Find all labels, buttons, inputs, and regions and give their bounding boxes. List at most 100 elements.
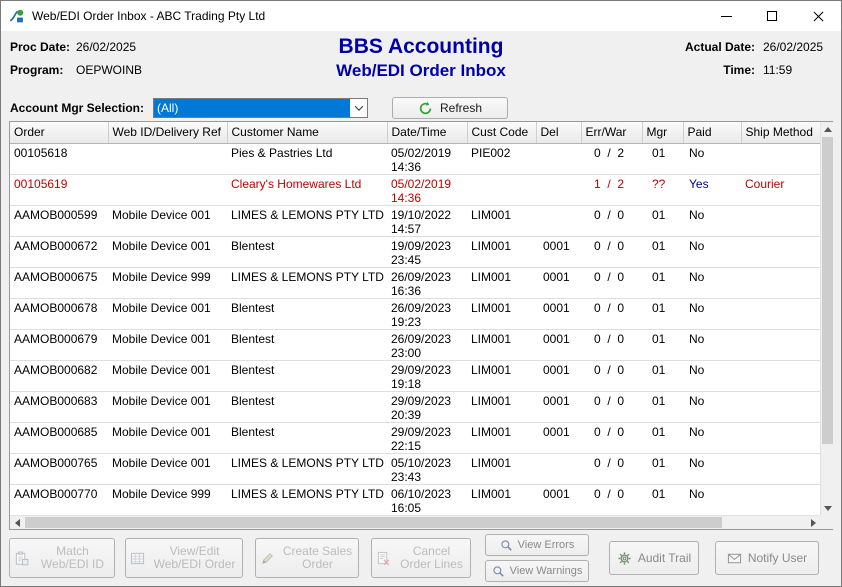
window-controls	[703, 1, 841, 31]
button-label: View Warnings	[510, 565, 583, 578]
table-row[interactable]: AAMOB000765Mobile Device 001LIMES & LEMO…	[10, 453, 820, 484]
column-header[interactable]: Order	[10, 122, 108, 143]
cell-datetime: 19/10/2022 14:57	[387, 205, 467, 236]
table-row[interactable]: AAMOB000679Mobile Device 001Blentest26/0…	[10, 329, 820, 360]
cell-customer: Blentest	[227, 329, 387, 360]
cell-cust_code: LIM001	[467, 484, 536, 515]
cell-order: 00105619	[10, 174, 108, 205]
window-title: Web/EDI Order Inbox - ABC Trading Pty Lt…	[32, 9, 703, 23]
table-row[interactable]: AAMOB000599Mobile Device 001LIMES & LEMO…	[10, 205, 820, 236]
cell-cust_code: LIM001	[467, 329, 536, 360]
cell-ship_method: Courier	[741, 174, 820, 205]
maximize-button[interactable]	[749, 1, 795, 31]
cell-mgr: 01	[642, 298, 683, 329]
horizontal-scrollbar[interactable]	[10, 515, 820, 529]
cell-order: AAMOB000672	[10, 236, 108, 267]
cell-mgr: 01	[642, 236, 683, 267]
cell-err_war: 0 / 0	[581, 267, 642, 298]
cell-del: 0001	[536, 484, 581, 515]
button-label: Cancel Order Lines	[397, 545, 466, 571]
cell-paid: No	[683, 391, 741, 422]
cell-cust_code: LIM001	[467, 298, 536, 329]
button-label: View/Edit Web/EDI Order	[151, 545, 238, 571]
close-button[interactable]	[795, 1, 841, 31]
page-title: Web/EDI Order Inbox	[251, 60, 591, 82]
table-row[interactable]: 00105619Cleary's Homewares Ltd05/02/2019…	[10, 174, 820, 205]
cell-err_war: 0 / 2	[581, 143, 642, 174]
titlebar: Web/EDI Order Inbox - ABC Trading Pty Lt…	[1, 1, 841, 31]
table-row[interactable]: AAMOB000770Mobile Device 999LIMES & LEMO…	[10, 484, 820, 515]
cell-err_war: 0 / 0	[581, 484, 642, 515]
scroll-right-icon[interactable]	[806, 516, 820, 529]
audit-trail-button[interactable]: Audit Trail	[609, 541, 699, 575]
cell-del: 0001	[536, 391, 581, 422]
cell-ship_method	[741, 422, 820, 453]
account-mgr-select[interactable]: (All)	[153, 98, 368, 118]
table-row[interactable]: AAMOB000682Mobile Device 001Blentest29/0…	[10, 360, 820, 391]
cell-web_id	[108, 174, 227, 205]
create-sales-order-button[interactable]: Create Sales Order	[255, 538, 359, 578]
minimize-button[interactable]	[703, 1, 749, 31]
table-row[interactable]: AAMOB000675Mobile Device 999LIMES & LEMO…	[10, 267, 820, 298]
cell-err_war: 0 / 0	[581, 422, 642, 453]
column-header[interactable]: Del	[536, 122, 581, 143]
cell-cust_code: LIM001	[467, 267, 536, 298]
chevron-down-icon[interactable]	[350, 99, 367, 117]
cell-order: AAMOB000675	[10, 267, 108, 298]
scroll-left-icon[interactable]	[10, 516, 24, 529]
column-header[interactable]: Mgr	[642, 122, 683, 143]
column-header[interactable]: Paid	[683, 122, 741, 143]
cell-customer: LIMES & LEMONS PTY LTD	[227, 267, 387, 298]
view-warnings-button[interactable]: View Warnings	[485, 560, 589, 582]
scroll-up-icon[interactable]	[821, 122, 834, 136]
cell-err_war: 0 / 0	[581, 360, 642, 391]
column-header[interactable]: Web ID/Delivery Ref	[108, 122, 227, 143]
table-row[interactable]: AAMOB000685Mobile Device 001Blentest29/0…	[10, 422, 820, 453]
cell-mgr: 01	[642, 267, 683, 298]
cell-err_war: 1 / 2	[581, 174, 642, 205]
column-header[interactable]: Cust Code	[467, 122, 536, 143]
scroll-down-icon[interactable]	[821, 501, 834, 515]
minimize-icon	[721, 16, 732, 17]
cell-del: 0001	[536, 267, 581, 298]
table-row[interactable]: 00105618Pies & Pastries Ltd05/02/2019 14…	[10, 143, 820, 174]
cancel-order-lines-button[interactable]: Cancel Order Lines	[371, 538, 471, 578]
cell-order: AAMOB000685	[10, 422, 108, 453]
close-icon	[812, 10, 825, 23]
vertical-scrollbar[interactable]	[820, 122, 834, 515]
cell-datetime: 29/09/2023 19:18	[387, 360, 467, 391]
table-row[interactable]: AAMOB000678Mobile Device 001Blentest26/0…	[10, 298, 820, 329]
refresh-icon	[418, 101, 433, 116]
notify-user-button[interactable]: Notify User	[715, 541, 819, 575]
column-header[interactable]: Customer Name	[227, 122, 387, 143]
pencil-icon	[260, 551, 275, 566]
cell-datetime: 05/02/2019 14:36	[387, 174, 467, 205]
view-edit-webedi-order-button[interactable]: View/Edit Web/EDI Order	[125, 538, 243, 578]
cell-customer: Blentest	[227, 391, 387, 422]
cell-ship_method	[741, 298, 820, 329]
column-header[interactable]: Ship Method	[741, 122, 820, 143]
cell-paid: No	[683, 298, 741, 329]
actual-date-label: Actual Date:	[685, 40, 755, 54]
cell-err_war: 0 / 0	[581, 391, 642, 422]
header-left: Proc Date: 26/02/2025 Program: OEPWOINB	[10, 40, 142, 77]
view-errors-button[interactable]: View Errors	[485, 534, 589, 556]
refresh-button[interactable]: Refresh	[392, 97, 508, 119]
cell-mgr: 01	[642, 484, 683, 515]
cell-paid: Yes	[683, 174, 741, 205]
cell-paid: No	[683, 329, 741, 360]
vertical-scroll-thumb[interactable]	[822, 137, 833, 444]
column-header[interactable]: Err/War	[581, 122, 642, 143]
cell-web_id	[108, 143, 227, 174]
horizontal-scroll-thumb[interactable]	[25, 517, 722, 528]
column-header[interactable]: Date/Time	[387, 122, 467, 143]
cell-customer: LIMES & LEMONS PTY LTD	[227, 484, 387, 515]
table-row[interactable]: AAMOB000672Mobile Device 001Blentest19/0…	[10, 236, 820, 267]
cell-customer: Pies & Pastries Ltd	[227, 143, 387, 174]
match-webedi-id-button[interactable]: Match Web/EDI ID	[9, 538, 115, 578]
table-row[interactable]: AAMOB000683Mobile Device 001Blentest29/0…	[10, 391, 820, 422]
cell-web_id: Mobile Device 001	[108, 205, 227, 236]
clipboard-icon	[14, 551, 29, 566]
cell-err_war: 0 / 0	[581, 453, 642, 484]
cell-datetime: 26/09/2023 16:36	[387, 267, 467, 298]
